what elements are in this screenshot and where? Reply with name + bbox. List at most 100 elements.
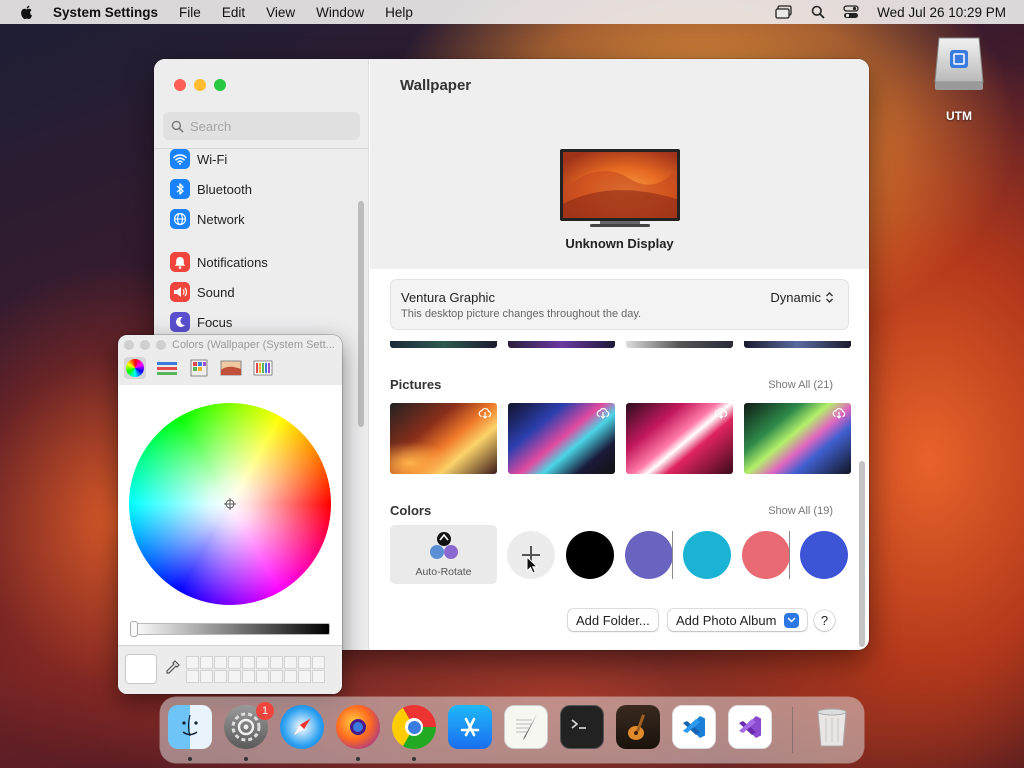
color-swatch-pink[interactable] xyxy=(742,531,790,579)
close-button[interactable] xyxy=(124,340,134,350)
minimize-button[interactable] xyxy=(194,79,206,91)
sidebar-item-label: Wi-Fi xyxy=(197,151,228,167)
image-palettes-icon[interactable] xyxy=(220,357,242,379)
window-controls xyxy=(174,79,226,91)
wallpaper-thumbnail[interactable] xyxy=(508,403,615,474)
menu-help[interactable]: Help xyxy=(385,5,413,20)
search-icon[interactable] xyxy=(811,5,825,19)
colors-panel: Colors (Wallpaper (System Sett... xyxy=(118,335,342,694)
menu-clock[interactable]: Wed Jul 26 10:29 PM xyxy=(877,5,1006,20)
auto-rotate-label: Auto-Rotate xyxy=(415,566,472,578)
colors-panel-toolbar xyxy=(124,357,274,379)
sidebar-item-label: Network xyxy=(197,211,245,227)
visual-studio-icon[interactable] xyxy=(728,705,772,749)
wallpaper-thumbnail[interactable] xyxy=(626,403,733,474)
firefox-icon[interactable] xyxy=(336,705,380,749)
app-store-icon[interactable] xyxy=(448,705,492,749)
moon-icon xyxy=(170,312,190,332)
help-button[interactable]: ? xyxy=(814,610,835,631)
slider-knob[interactable] xyxy=(130,621,138,637)
pencils-icon[interactable] xyxy=(252,357,274,379)
safari-icon[interactable] xyxy=(280,705,324,749)
crosshair-icon xyxy=(224,498,236,510)
color-wheel-icon[interactable] xyxy=(124,357,146,379)
finder-icon[interactable] xyxy=(168,705,212,749)
download-cloud-icon xyxy=(832,408,846,419)
chrome-icon[interactable] xyxy=(392,705,436,749)
sidebar-item-focus[interactable]: Focus xyxy=(170,310,232,334)
sidebar-scrollbar[interactable] xyxy=(358,201,364,427)
color-swatch-teal[interactable] xyxy=(683,531,731,579)
pictures-section-title: Pictures xyxy=(390,377,442,392)
saved-swatches-grid[interactable] xyxy=(186,656,325,683)
search-input[interactable]: Search xyxy=(163,112,360,140)
wallpaper-mode-select[interactable]: Dynamic xyxy=(770,290,834,305)
main-scrollbar[interactable] xyxy=(859,461,865,647)
vscode-icon[interactable] xyxy=(672,705,716,749)
drive-icon xyxy=(934,37,984,90)
menu-edit[interactable]: Edit xyxy=(222,5,245,20)
color-swatch-black[interactable] xyxy=(566,531,614,579)
sidebar-item-label: Bluetooth xyxy=(197,181,252,197)
trash-icon[interactable] xyxy=(810,705,854,749)
globe-icon xyxy=(170,209,190,229)
apple-logo-icon[interactable] xyxy=(19,4,35,20)
color-swatch-purple[interactable] xyxy=(625,531,673,579)
colors-section-title: Colors xyxy=(390,503,432,518)
close-button[interactable] xyxy=(174,79,186,91)
wallpaper-description: This desktop picture changes throughout … xyxy=(401,308,642,320)
sidebar-item-bluetooth[interactable]: Bluetooth xyxy=(170,177,252,201)
sidebar-item-network[interactable]: Network xyxy=(170,207,245,231)
garageband-icon[interactable] xyxy=(616,705,660,749)
colors-panel-titlebar[interactable]: Colors (Wallpaper (System Sett... xyxy=(118,335,342,355)
current-color-swatch[interactable] xyxy=(125,654,157,684)
sidebar-item-label: Sound xyxy=(197,284,235,300)
drive-label: UTM xyxy=(946,109,972,123)
wallpaper-thumbnail[interactable] xyxy=(744,403,851,474)
wallpaper-thumbnail[interactable] xyxy=(390,403,497,474)
desktop-drive[interactable]: UTM xyxy=(930,36,988,123)
textedit-icon[interactable] xyxy=(504,705,548,749)
eyedropper-icon[interactable] xyxy=(164,660,180,676)
sidebar-item-notifications[interactable]: Notifications xyxy=(170,250,268,274)
minimize-button[interactable] xyxy=(140,340,150,350)
chevron-down-icon xyxy=(784,612,800,628)
control-center-icon[interactable] xyxy=(843,5,859,19)
screen-mirroring-icon[interactable] xyxy=(775,5,793,19)
auto-rotate-option[interactable]: Auto-Rotate xyxy=(390,525,497,584)
zoom-button[interactable] xyxy=(156,340,166,350)
menu-app-name[interactable]: System Settings xyxy=(53,5,158,20)
sidebar-item-sound[interactable]: Sound xyxy=(170,280,235,304)
wallpaper-thumbnail[interactable] xyxy=(626,341,733,348)
wallpaper-thumbnail[interactable] xyxy=(390,341,497,348)
menu-view[interactable]: View xyxy=(266,5,295,20)
color-wheel-area xyxy=(118,385,342,645)
zoom-button[interactable] xyxy=(214,79,226,91)
terminal-icon[interactable] xyxy=(560,705,604,749)
bell-icon xyxy=(170,252,190,272)
wallpaper-thumbnail[interactable] xyxy=(508,341,615,348)
add-photo-album-button[interactable]: Add Photo Album xyxy=(668,609,808,631)
colors-show-all-link[interactable]: Show All (19) xyxy=(768,505,833,517)
menu-file[interactable]: File xyxy=(179,5,201,20)
sidebar-item-wifi[interactable]: Wi-Fi xyxy=(170,147,227,171)
wallpaper-thumbnail[interactable] xyxy=(744,341,851,348)
pictures-show-all-link[interactable]: Show All (21) xyxy=(768,379,833,391)
mouse-cursor-icon xyxy=(526,556,538,574)
menu-window[interactable]: Window xyxy=(316,5,364,20)
auto-rotate-icon xyxy=(429,532,458,559)
running-indicator xyxy=(412,757,416,761)
wifi-icon xyxy=(170,149,190,169)
system-settings-icon[interactable]: 1 xyxy=(224,702,274,749)
search-placeholder: Search xyxy=(190,118,232,134)
sliders-icon[interactable] xyxy=(156,357,178,379)
updown-chevron-icon xyxy=(826,292,833,303)
download-cloud-icon xyxy=(478,408,492,419)
palettes-icon[interactable] xyxy=(188,357,210,379)
swatch-area xyxy=(118,645,342,694)
menu-bar: System Settings File Edit View Window He… xyxy=(0,0,1024,24)
swatch-divider xyxy=(672,531,673,579)
color-swatch-blue[interactable] xyxy=(800,531,848,579)
brightness-slider[interactable] xyxy=(130,621,330,637)
add-folder-button[interactable]: Add Folder... xyxy=(568,609,658,631)
